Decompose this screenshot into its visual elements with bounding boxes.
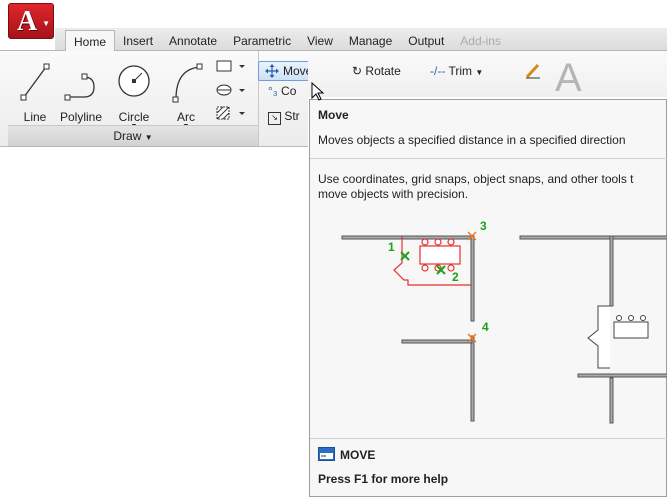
circle-tool-label: Circle [118,110,150,124]
draw-panel-title[interactable]: Draw ▼ [8,125,258,146]
tooltip-command-name: MOVE [340,448,376,462]
ribbon-tabs: Home Insert Annotate Parametric View Manage Ou… [65,30,509,51]
line-tool-label: Line [23,110,47,124]
hatch-icon [216,106,245,120]
tab-parametric[interactable]: Parametric [225,32,299,51]
step-2-label: 2 [452,270,459,284]
tab-add-ins[interactable]: Add-ins [452,32,509,51]
rotate-icon: ↻ [352,64,363,78]
stretch-button[interactable]: ↘ Str [268,109,300,125]
stretch-icon: ↘ [268,112,281,125]
rectangle-tool-button[interactable] [213,59,249,76]
tooltip-description: Moves objects a specified distance in a … [318,133,626,147]
command-line-icon [318,447,335,461]
circle-icon [118,65,150,97]
chevron-down-icon: ▼ [475,68,484,77]
tab-divider [0,50,55,51]
copy-icon: °₃ [268,84,278,98]
hatch-tool-button[interactable] [213,105,249,124]
tab-output[interactable]: Output [400,32,452,51]
trim-button[interactable]: -/-- Trim ▼ [430,64,483,78]
tooltip-details-line1: Use coordinates, grid snaps, object snap… [318,172,634,186]
step-1-label: 1 [388,240,395,254]
arc-tool-button[interactable]: Arc ▼ [168,57,204,133]
rotate-button[interactable]: ↻ Rotate [352,64,401,78]
trim-icon: -/-- [430,64,446,78]
tooltip-help-hint: Press F1 for more help [318,472,449,486]
arc-icon [172,63,203,103]
application-menu-button[interactable]: A ▼ [8,3,54,39]
ellipse-tool-button[interactable] [213,83,249,100]
ribbon: Line Polyline Circle ▼ [0,51,320,147]
ellipse-icon [216,84,245,96]
text-tool-icon[interactable]: A [555,56,582,101]
mouse-cursor-icon [311,82,325,101]
ribbon-tab-bar: Home Insert Annotate Parametric View Manage Ou… [55,28,667,51]
stretch-label: Str [284,109,300,123]
line-tool-button[interactable]: Line [18,57,52,127]
polyline-tool-label: Polyline [59,110,103,124]
tooltip-divider [310,438,667,439]
step-4-label: 4 [482,320,489,334]
move-illustration: 1 2 3 4 [341,219,667,424]
trim-label: Trim [448,64,472,78]
polyline-tool-button[interactable]: Polyline [56,57,106,127]
polyline-icon [64,73,95,101]
tooltip-divider [310,158,667,159]
tab-annotate[interactable]: Annotate [161,32,225,51]
tab-home[interactable]: Home [65,30,116,51]
tab-insert[interactable]: Insert [115,32,161,51]
circle-tool-button[interactable]: Circle ▼ [112,57,156,133]
rectangle-icon [216,60,245,72]
draw-panel-label: Draw [113,129,142,143]
eraser-icon [525,63,540,79]
rotate-label: Rotate [365,64,401,78]
copy-button[interactable]: °₃ Co [268,84,296,98]
app-logo-letter: A [17,6,38,37]
chevron-down-icon: ▼ [42,19,50,28]
tooltip-details: Use coordinates, grid snaps, object snap… [318,172,634,202]
arc-tool-label: Arc [177,110,195,124]
tab-manage[interactable]: Manage [341,32,400,51]
step-3-label: 3 [480,219,487,233]
move-tooltip: Move Moves objects a specified distance … [309,99,667,497]
line-icon [20,63,50,101]
tab-view[interactable]: View [299,32,341,51]
tooltip-details-line2: move objects with precision. [318,187,469,201]
tooltip-title: Move [318,108,349,122]
copy-label: Co [281,84,297,98]
move-icon [265,64,279,78]
chevron-down-icon: ▼ [144,133,153,142]
erase-button[interactable] [524,62,542,83]
draw-panel: Line Polyline Circle ▼ [8,51,259,146]
